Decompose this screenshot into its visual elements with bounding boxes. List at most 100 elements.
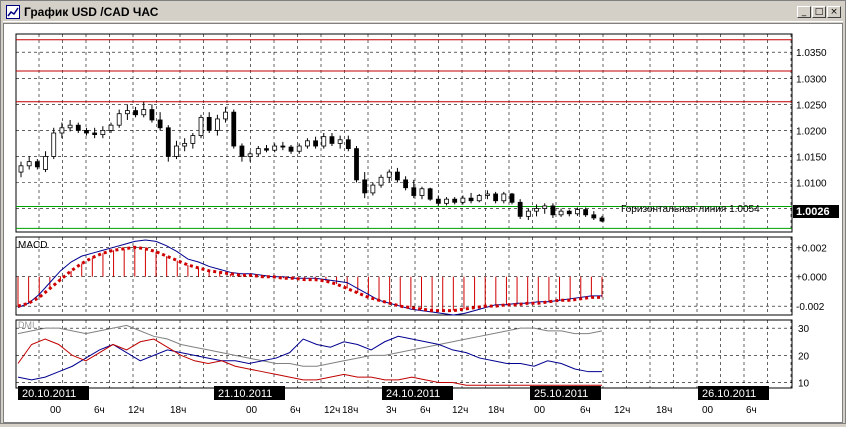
candle-body [190, 135, 196, 144]
title-bar[interactable]: График USD /CAD ЧАС _ □ × [3, 3, 843, 22]
candle-body [460, 197, 466, 203]
dmi-tick-label: 20 [798, 351, 810, 362]
current-price: 1.0026 [796, 206, 830, 218]
candle-body [378, 176, 384, 186]
candle-body [566, 210, 572, 215]
hour-label: 12ч [128, 405, 144, 416]
chart-area[interactable]: 1.0350 1.0300 1.0250 1.0200 1.0150 1.0100 1.00… [3, 23, 843, 423]
candle-body [435, 198, 441, 204]
candle-body [182, 143, 188, 147]
dmi-panel-bg [15, 319, 793, 389]
candle-body [18, 165, 24, 173]
candle-body [386, 171, 392, 178]
macd-tick-label: +0.002 [796, 243, 827, 254]
window-title: График USD /CAD ЧАС [24, 5, 159, 19]
macd-panel-bg [15, 236, 793, 316]
candle-body [116, 113, 122, 126]
price-tick-label: 1.0150 [796, 152, 827, 163]
candle-body [542, 205, 548, 209]
candle-body [84, 129, 89, 134]
dmi-label: DMI [18, 320, 35, 330]
candle-body [575, 209, 580, 215]
candle-body [165, 127, 171, 157]
candle-body [174, 145, 179, 157]
macd-tick-label: -0.002 [796, 302, 825, 313]
candle-body [427, 188, 433, 200]
hour-label: 18ч [656, 405, 672, 416]
candle-body [354, 148, 359, 181]
candle-body [493, 193, 499, 202]
candle-body [321, 136, 327, 147]
price-tick-label: 1.0350 [796, 48, 827, 59]
candle-body [26, 161, 32, 167]
minimize-button[interactable]: _ [797, 6, 811, 18]
candle-body [370, 184, 376, 194]
candle-body [272, 145, 278, 151]
hour-label: 6ч [94, 405, 105, 416]
macd-label: MACD [18, 240, 47, 251]
dmi-tick-label: 30 [798, 324, 810, 335]
candle-body [550, 205, 556, 216]
hour-label: 3ч [386, 405, 397, 416]
hour-label: 00 [246, 405, 258, 416]
hour-label: 6ч [290, 405, 301, 416]
hour-label: 18ч [488, 405, 504, 416]
close-button[interactable]: × [827, 6, 841, 18]
candle-body [509, 193, 515, 203]
chart-icon [6, 5, 20, 19]
price-tick-label: 1.0300 [796, 74, 827, 85]
candle-body [239, 145, 245, 157]
candle-body [534, 208, 539, 212]
candle-body [403, 179, 409, 189]
hour-label: 6ч [746, 405, 757, 416]
candle-body [124, 110, 130, 115]
candle-body [558, 210, 564, 216]
candle-body [525, 210, 531, 217]
maximize-button[interactable]: □ [812, 6, 826, 18]
dmi-tick-label: 10 [798, 379, 810, 390]
candle-body [329, 136, 335, 144]
candle-body [149, 109, 155, 121]
chart-canvas[interactable]: 1.0350 1.0300 1.0250 1.0200 1.0150 1.0100 1.00… [4, 24, 842, 422]
candle-body [313, 140, 318, 147]
hour-label: 12ч [452, 405, 468, 416]
main-panel-bg [15, 33, 793, 233]
candle-body [583, 209, 589, 216]
candle-body [599, 217, 605, 222]
candle-body [51, 132, 57, 157]
candle-body [345, 139, 351, 150]
price-tick-label: 1.0250 [796, 100, 827, 111]
candle-body [133, 110, 138, 116]
candle-body [476, 195, 482, 202]
date-label: 20.10.2011 [22, 388, 76, 400]
candle-body [75, 124, 81, 131]
chart-window: График USD /CAD ЧАС _ □ × 1.0350 1.0300 1.… [0, 0, 846, 424]
hour-label: 6ч [420, 405, 431, 416]
candle-body [206, 116, 212, 131]
candle-body [468, 197, 474, 202]
date-label: 24.10.2011 [386, 388, 440, 400]
candle-body [411, 187, 417, 196]
candle-body [141, 109, 147, 116]
candle-body [337, 139, 343, 144]
candle-body [288, 146, 294, 152]
candle-body [362, 179, 368, 194]
candle-body [198, 116, 204, 137]
candle-body [223, 111, 228, 120]
candle-body [419, 188, 425, 196]
candle-body [92, 132, 98, 135]
candle-body [591, 214, 597, 219]
candle-body [59, 127, 65, 134]
candle-body [34, 161, 40, 168]
macd-tick-label: +0.000 [796, 273, 827, 284]
candle-body [231, 111, 237, 147]
candle-body [517, 201, 523, 217]
candle-body [67, 124, 73, 129]
hour-label: 00 [534, 405, 546, 416]
candle-body [452, 198, 458, 203]
hour-label: 6ч [580, 405, 591, 416]
candle-body [214, 118, 220, 131]
hour-label: 18ч [342, 405, 358, 416]
date-label: 26.10.2011 [702, 388, 756, 400]
hour-label: 12ч [614, 405, 630, 416]
